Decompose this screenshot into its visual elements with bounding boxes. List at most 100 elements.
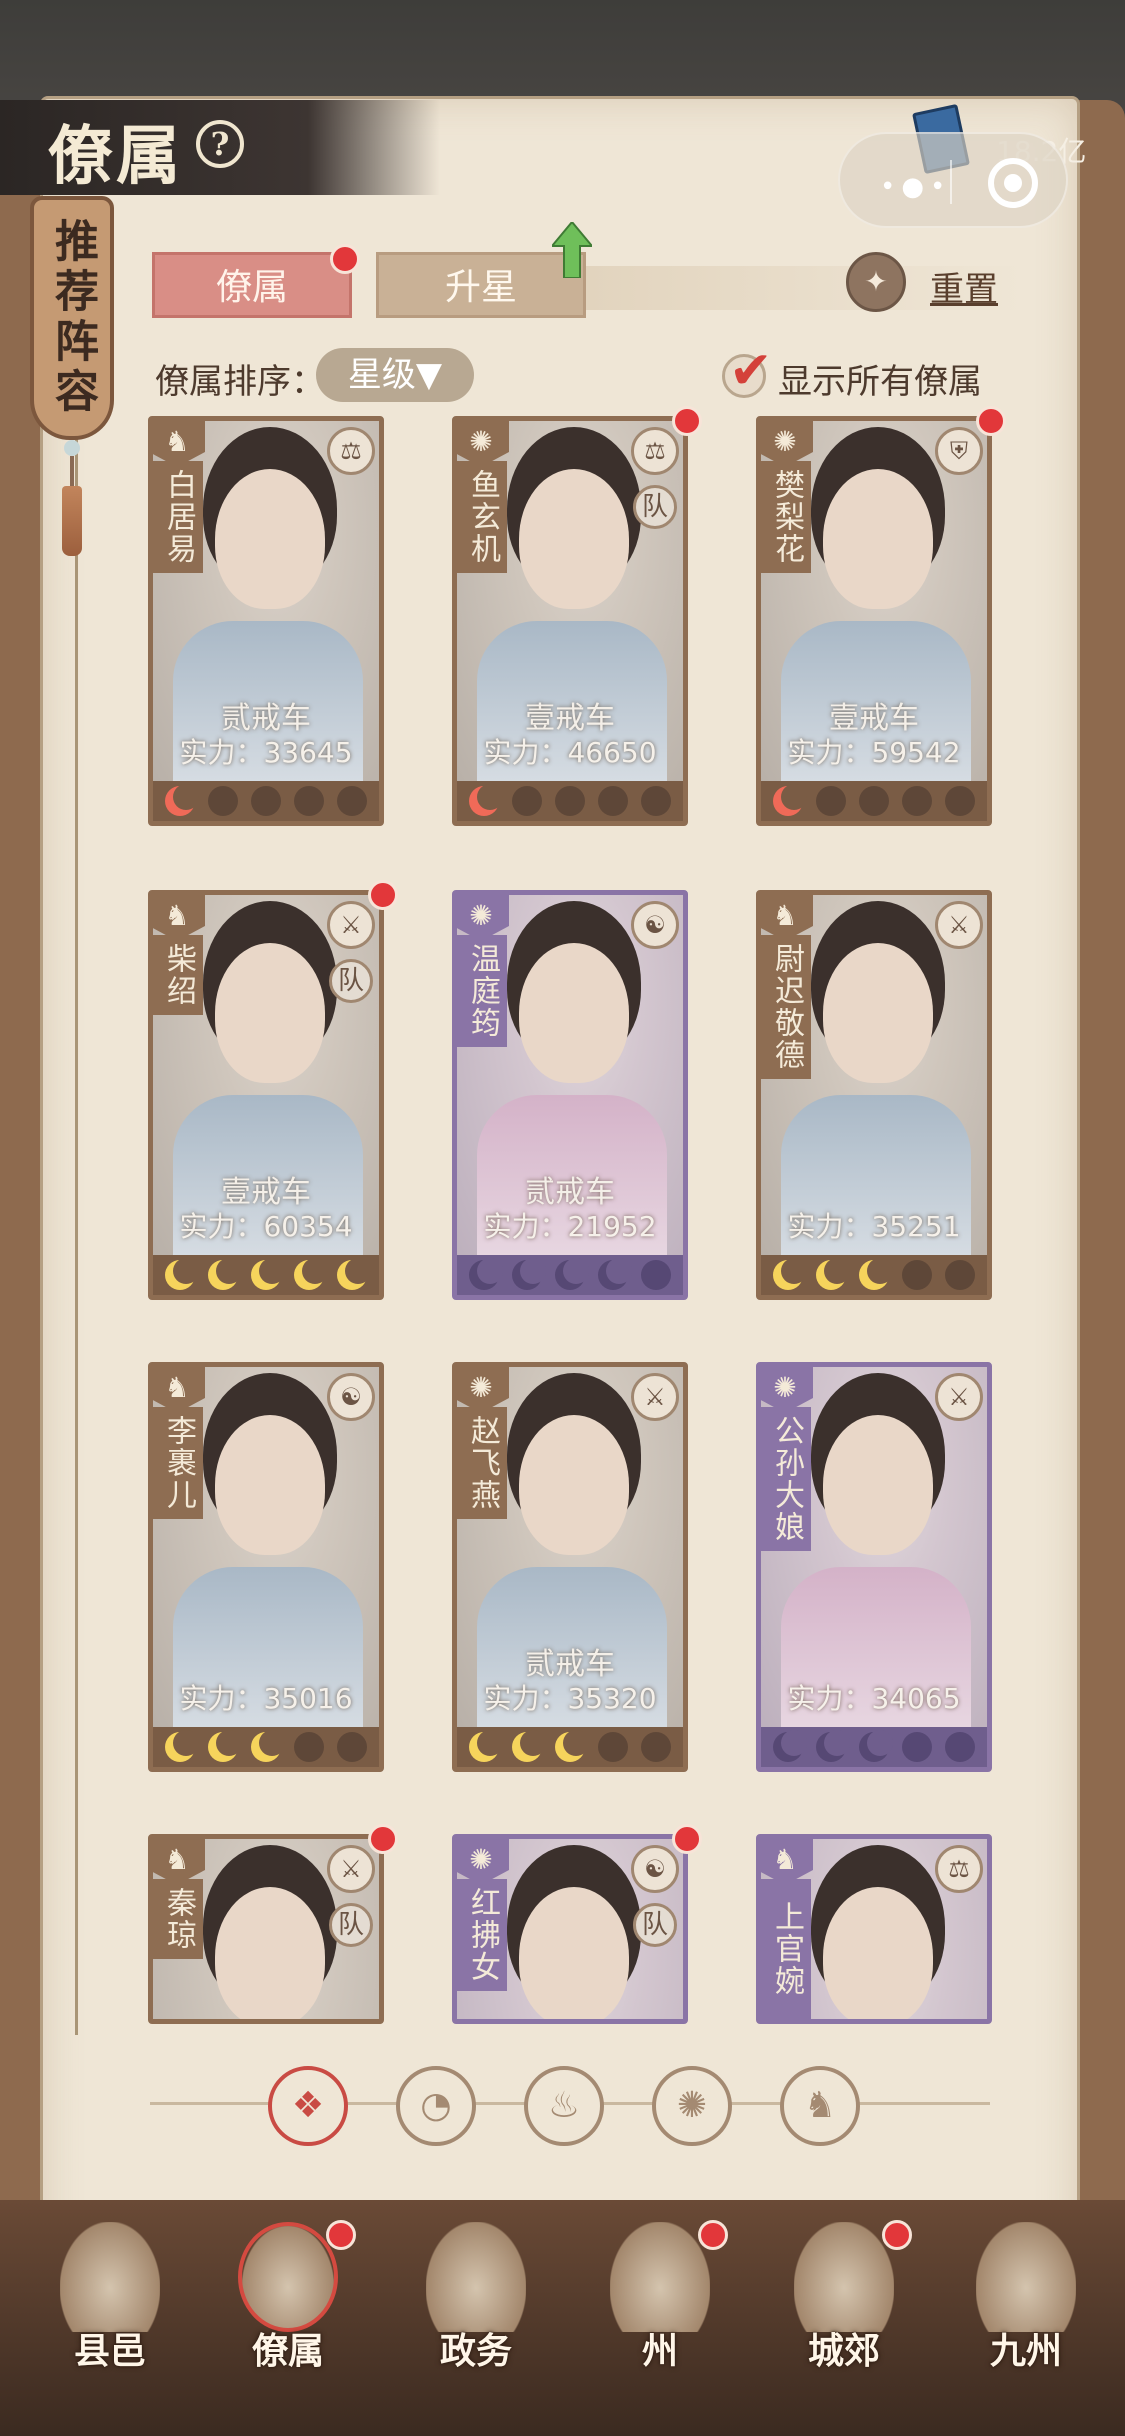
retainer-power: 实力：21952	[483, 1210, 657, 1243]
retainer-power: 实力：46650	[483, 736, 657, 769]
retainer-card[interactable]: ✺ 温庭筠 ☯ 贰戒车 实力：21952	[452, 890, 688, 1300]
skill-icon: ⛨	[935, 427, 983, 475]
nav-retainers[interactable]: 僚属	[208, 2220, 368, 2402]
star-empty-icon	[640, 786, 671, 816]
star-empty-icon	[944, 1260, 975, 1290]
star-empty-icon	[640, 1260, 671, 1290]
star-row	[761, 781, 987, 821]
checkmark-icon: ✔	[729, 341, 773, 401]
nav-county[interactable]: 县邑	[30, 2222, 190, 2402]
retainer-power: 实力：33645	[179, 736, 353, 769]
star-empty-icon	[901, 1260, 932, 1290]
nav-red-dot	[698, 2220, 728, 2250]
star-filled-icon	[816, 1258, 851, 1290]
skill-icon: ⚔	[327, 901, 375, 949]
retainer-power: 实力：60354	[179, 1210, 353, 1243]
star-filled-icon	[554, 1730, 589, 1762]
star-row	[457, 1255, 683, 1295]
star-filled-icon	[208, 1258, 243, 1290]
tab-retainers[interactable]: 僚属	[152, 252, 352, 318]
nav-affairs[interactable]: 政务	[396, 2222, 556, 2402]
nav-label: 僚属	[251, 2330, 324, 2372]
star-row	[761, 1255, 987, 1295]
filter-faction-1-icon[interactable]: ◔	[396, 2066, 476, 2146]
filter-faction-2-icon[interactable]: ♨	[524, 2066, 604, 2146]
star-empty-icon	[944, 1732, 975, 1762]
card-red-dot	[672, 1824, 702, 1854]
more-icon[interactable]: •●•	[880, 172, 951, 202]
star-empty-icon	[597, 1732, 628, 1762]
retainer-card[interactable]: ♞ 尉迟敬德 ⚔ 实力：35251	[756, 890, 992, 1300]
filter-all-icon[interactable]: ❖	[268, 2066, 348, 2146]
retainer-card[interactable]: ♞ 李裹儿 ☯ 实力：35016	[148, 1362, 384, 1772]
star-empty-icon	[816, 786, 847, 816]
star-filled-icon	[165, 1730, 200, 1762]
retainer-name: 上官婉儿	[761, 1879, 811, 2019]
miniprogram-capsule[interactable]: •●•	[838, 132, 1068, 228]
nav-red-dot	[882, 2220, 912, 2250]
retainer-card[interactable]: ✺ 公孙大娘 ⚔ 实力：34065	[756, 1362, 992, 1772]
star-filled-icon	[165, 784, 200, 816]
star-row	[457, 1727, 683, 1767]
retainer-card[interactable]: ♞ 柴绍 ⚔ 队壹戒车 实力：60354	[148, 890, 384, 1300]
retainer-name: 尉迟敬德	[761, 935, 811, 1079]
portrait-head	[823, 1887, 933, 2019]
retainer-name: 李裹儿	[153, 1407, 203, 1519]
star-empty-icon	[901, 1732, 932, 1762]
star-filled-icon	[773, 1730, 808, 1762]
star-filled-icon	[250, 1730, 285, 1762]
show-all-checkbox[interactable]: ✔	[722, 341, 773, 401]
nav-state-icon	[610, 2222, 710, 2332]
star-filled-icon	[250, 1258, 285, 1290]
star-filled-icon	[773, 784, 808, 816]
team-badge: 队	[633, 1903, 677, 1947]
sort-select[interactable]: 星级▼	[316, 348, 474, 402]
close-target-icon[interactable]	[988, 158, 1038, 208]
tab-retainers-red-dot	[330, 244, 360, 274]
retainer-card[interactable]: ♞上官婉儿⚖	[756, 1834, 992, 2024]
retainer-name: 赵飞燕	[457, 1407, 507, 1519]
nav-state[interactable]: 州	[580, 2220, 740, 2402]
star-row	[153, 1255, 379, 1295]
star-filled-icon	[773, 1258, 808, 1290]
upgrade-arrow-icon	[552, 222, 592, 278]
nav-suburbs-icon	[794, 2222, 894, 2332]
nav-label: 政务	[439, 2330, 512, 2372]
star-empty-icon	[293, 1732, 324, 1762]
retainer-card[interactable]: ✺ 樊梨花 ⛨ 壹戒车 实力：59542	[756, 416, 992, 826]
star-row	[153, 781, 379, 821]
filter-beast-icon[interactable]: ♞	[780, 2066, 860, 2146]
skill-icon: ⚔	[631, 1373, 679, 1421]
sort-label: 僚属排序：	[155, 362, 325, 402]
capsule-divider	[950, 160, 952, 204]
retainer-card[interactable]: ♞ 白居易 ⚖ 贰戒车 实力：33645	[148, 416, 384, 826]
show-all-label[interactable]: 显示所有僚属	[778, 354, 982, 403]
star-filled-icon	[858, 1258, 893, 1290]
portrait-head	[215, 943, 325, 1083]
reset-icon[interactable]: ✦	[846, 252, 906, 312]
star-row	[761, 1727, 987, 1767]
reset-button[interactable]: 重置	[930, 262, 998, 311]
nav-nine-states[interactable]: 九州	[946, 2222, 1106, 2402]
skill-icon: ⚔	[327, 1845, 375, 1893]
star-filled-icon	[293, 1258, 328, 1290]
star-empty-icon	[858, 786, 889, 816]
filter-fan-icon[interactable]: ✺	[652, 2066, 732, 2146]
star-empty-icon	[250, 786, 281, 816]
retainer-power: 实力：34065	[787, 1682, 961, 1715]
skill-icon: ⚔	[935, 1373, 983, 1421]
card-red-dot	[368, 880, 398, 910]
card-red-dot	[368, 1824, 398, 1854]
portrait-head	[519, 1415, 629, 1555]
retainer-card[interactable]: ✺ 鱼玄机 ⚖ 队壹戒车 实力：46650	[452, 416, 688, 826]
retainer-card[interactable]: ♞ 秦琼 ⚔ 队	[148, 1834, 384, 2024]
nav-suburbs[interactable]: 城郊	[764, 2220, 924, 2402]
star-row	[153, 1727, 379, 1767]
retainer-card[interactable]: ✺ 赵飞燕 ⚔ 贰戒车 实力：35320	[452, 1362, 688, 1772]
help-icon[interactable]: ?	[196, 120, 244, 168]
retainer-power: 实力：35251	[787, 1210, 961, 1243]
retainer-name: 柴绍	[153, 935, 203, 1015]
recommend-lineup-button[interactable]: 推荐阵容	[30, 196, 114, 440]
retainer-card[interactable]: ✺ 红拂女 ☯ 队	[452, 1834, 688, 2024]
star-empty-icon	[944, 786, 975, 816]
